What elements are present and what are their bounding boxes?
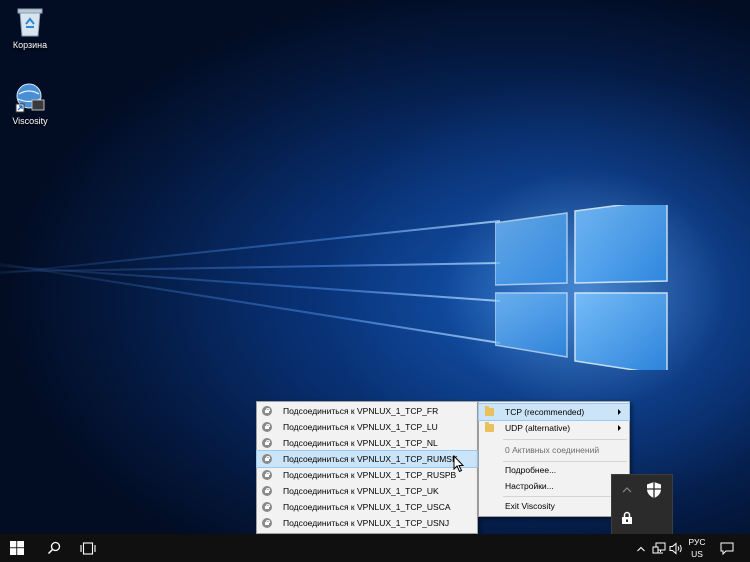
menu-item-label: Exit Viscosity xyxy=(505,501,555,511)
connect-vpnlux-1-tcp-usca[interactable]: Подсоединиться к VPNLUX_1_TCP_USCA xyxy=(257,499,477,515)
viscosity-tray-icon[interactable] xyxy=(620,511,634,525)
menu-item-details[interactable]: Подробнее... xyxy=(479,462,629,478)
menu-separator xyxy=(503,496,627,497)
action-center-icon[interactable] xyxy=(720,542,734,555)
lock-icon xyxy=(262,406,272,416)
submenu-arrow-icon xyxy=(618,409,621,415)
menu-item-label: 0 Активных соединений xyxy=(505,445,600,455)
menu-item-label: Подсоединиться к VPNLUX_1_TCP_FR xyxy=(283,406,439,416)
folder-icon xyxy=(485,422,494,432)
lock-icon xyxy=(262,438,272,448)
connections-submenu: Подсоединиться к VPNLUX_1_TCP_FR Подсоед… xyxy=(256,401,478,534)
menu-item-label: UDP (alternative) xyxy=(505,423,571,433)
viscosity-icon xyxy=(15,83,45,113)
submenu-arrow-icon xyxy=(618,425,621,431)
menu-item-label: Подсоединиться к VPNLUX_1_TCP_RUMSK xyxy=(283,454,458,464)
menu-item-label: Настройки... xyxy=(505,481,554,491)
lock-icon xyxy=(262,518,272,528)
viscosity-label: Viscosity xyxy=(12,116,48,126)
menu-item-label: Подсоединиться к VPNLUX_1_TCP_RUSPB xyxy=(283,470,457,480)
connect-vpnlux-1-tcp-nl[interactable]: Подсоединиться к VPNLUX_1_TCP_NL xyxy=(257,435,477,451)
search-icon[interactable] xyxy=(47,541,61,555)
connect-vpnlux-1-tcp-rumsk[interactable]: Подсоединиться к VPNLUX_1_TCP_RUMSK xyxy=(256,450,478,468)
tray-overflow-flyout xyxy=(611,474,673,536)
lock-icon xyxy=(262,486,272,496)
menu-item-label: Подсоединиться к VPNLUX_1_TCP_USCA xyxy=(283,502,451,512)
taskbar: РУС US xyxy=(0,534,750,562)
menu-item-udp[interactable]: UDP (alternative) xyxy=(479,420,629,436)
task-view-icon[interactable] xyxy=(80,542,96,555)
menu-item-label: Подсоединиться к VPNLUX_1_TCP_NL xyxy=(283,438,438,448)
folder-icon xyxy=(485,406,494,416)
network-icon[interactable] xyxy=(652,542,666,555)
lock-icon xyxy=(262,502,272,512)
menu-separator xyxy=(503,439,627,440)
connect-vpnlux-1-tcp-usnj[interactable]: Подсоединиться к VPNLUX_1_TCP_USNJ xyxy=(257,515,477,531)
keyboard-layout: US xyxy=(691,549,703,559)
recycle-bin-icon xyxy=(17,8,43,37)
language-indicator[interactable]: РУС US xyxy=(685,537,709,559)
lock-icon xyxy=(262,470,272,480)
menu-item-label: Подсоединиться к VPNLUX_1_TCP_UK xyxy=(283,486,439,496)
connect-vpnlux-1-tcp-fr[interactable]: Подсоединиться к VPNLUX_1_TCP_FR xyxy=(257,403,477,419)
language-code: РУС xyxy=(688,537,706,547)
desktop-icon-viscosity[interactable]: Viscosity xyxy=(0,82,60,126)
chevron-up-icon[interactable] xyxy=(620,483,634,497)
desktop-icon-recycle-bin[interactable]: Корзина xyxy=(0,6,60,50)
menu-item-label: Подсоединиться к VPNLUX_1_TCP_USNJ xyxy=(283,518,450,528)
menu-item-label: Подробнее... xyxy=(505,465,557,475)
connect-vpnlux-1-tcp-lu[interactable]: Подсоединиться к VPNLUX_1_TCP_LU xyxy=(257,419,477,435)
menu-item-active-connections: 0 Активных соединений xyxy=(479,442,629,458)
lock-icon xyxy=(262,454,272,464)
menu-item-exit[interactable]: Exit Viscosity xyxy=(479,498,629,514)
recycle-bin-label: Корзина xyxy=(12,40,48,50)
chevron-up-icon[interactable] xyxy=(636,544,646,554)
menu-item-tcp[interactable]: TCP (recommended) xyxy=(478,403,630,421)
mouse-cursor-icon xyxy=(453,455,465,473)
start-button[interactable] xyxy=(10,541,24,555)
connect-vpnlux-1-tcp-ruspb[interactable]: Подсоединиться к VPNLUX_1_TCP_RUSPB xyxy=(257,467,477,483)
connect-vpnlux-1-tcp-uk[interactable]: Подсоединиться к VPNLUX_1_TCP_UK xyxy=(257,483,477,499)
menu-item-label: Подсоединиться к VPNLUX_1_TCP_LU xyxy=(283,422,438,432)
volume-icon[interactable] xyxy=(669,542,683,555)
menu-item-settings[interactable]: Настройки... xyxy=(479,478,629,494)
menu-item-label: TCP (recommended) xyxy=(505,407,585,417)
defender-shield-icon[interactable] xyxy=(646,481,662,499)
lock-icon xyxy=(262,422,272,432)
windows-logo xyxy=(494,198,670,376)
viscosity-context-menu: TCP (recommended) UDP (alternative) 0 Ак… xyxy=(478,401,630,517)
